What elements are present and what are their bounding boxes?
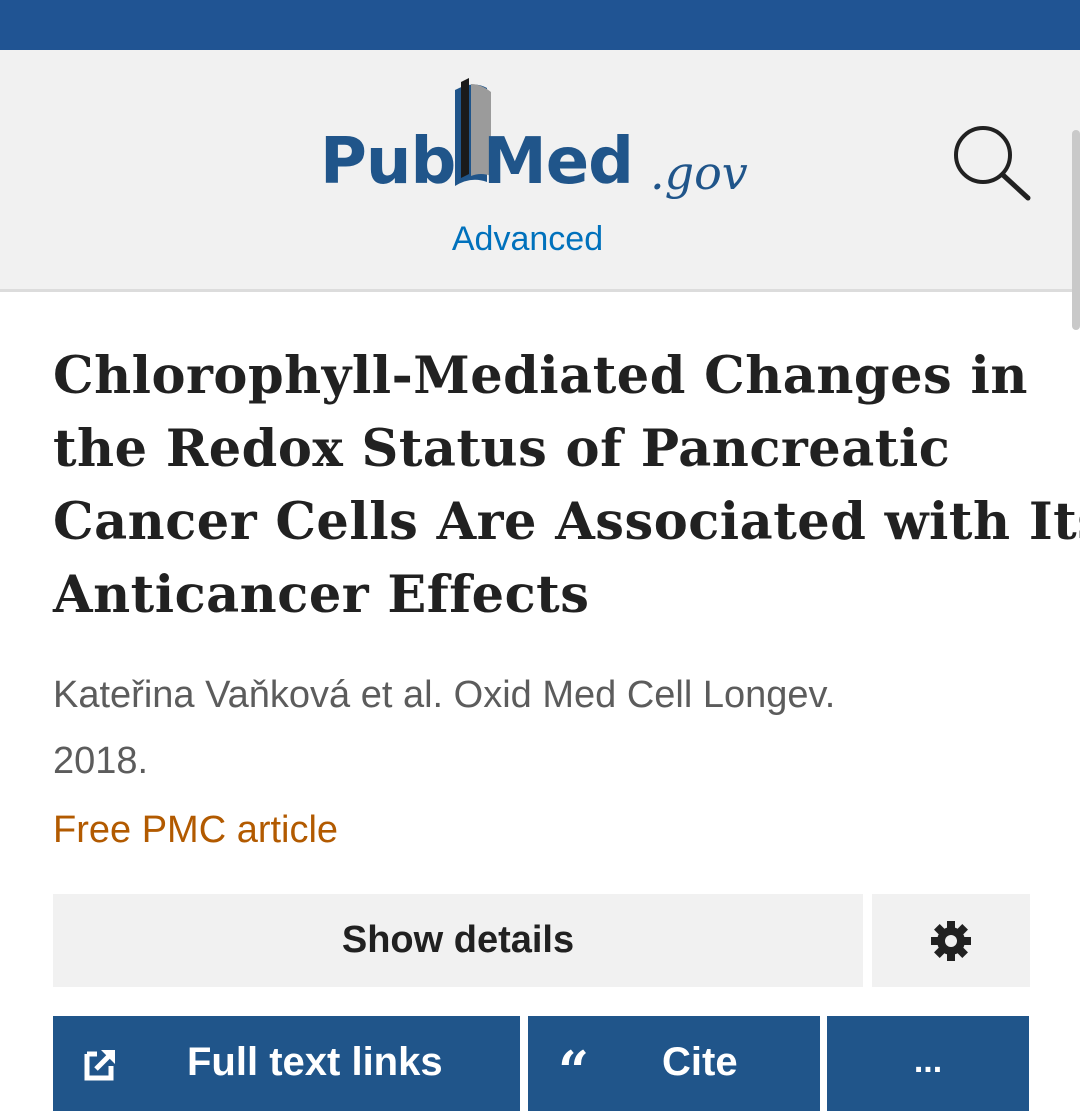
title-line: Anticancer Effects <box>53 565 590 625</box>
free-pmc-article-link[interactable]: Free PMC article <box>53 806 338 854</box>
pubmed-logo[interactable]: Pub Med .gov <box>320 78 780 228</box>
search-icon <box>954 126 1031 201</box>
title-line: the Redox Status of Pancreatic <box>53 419 951 479</box>
more-actions-button[interactable]: ... <box>827 1016 1029 1111</box>
title-line: Chlorophyll-Mediated Changes in <box>53 346 1028 406</box>
logo-med-text: Med <box>483 125 634 199</box>
external-link-icon <box>84 1050 115 1081</box>
article-citation: Kateřina Vaňková et al. Oxid Med Cell Lo… <box>53 662 1043 794</box>
search-button[interactable] <box>948 120 1038 210</box>
full-text-links-label: Full text links <box>187 1040 443 1084</box>
site-header: Pub Med .gov Advanced <box>0 50 1080 330</box>
article-title[interactable]: Chlorophyll-Mediated Changes in the Redo… <box>53 340 1080 632</box>
logo-gov-text: .gov <box>650 146 748 200</box>
advanced-search-link[interactable]: Advanced <box>0 222 1055 256</box>
gear-icon <box>931 920 971 961</box>
cite-label: Cite <box>662 1040 738 1084</box>
citation-line: 2018. <box>53 740 149 782</box>
cite-button[interactable]: “ Cite <box>528 1016 820 1111</box>
scrollbar[interactable] <box>1072 130 1080 330</box>
full-text-links-button[interactable]: Full text links <box>53 1016 520 1111</box>
quote-icon: “ <box>558 1039 590 1103</box>
logo-pub-text: Pub <box>320 125 456 199</box>
display-settings-button[interactable] <box>872 894 1030 987</box>
title-line: Cancer Cells Are Associated with Its <box>53 492 1080 552</box>
more-actions-label: ... <box>913 1041 943 1080</box>
citation-line: Kateřina Vaňková et al. Oxid Med Cell Lo… <box>53 674 836 716</box>
top-banner-bar <box>0 0 1080 50</box>
show-details-button[interactable]: Show details <box>53 894 863 987</box>
